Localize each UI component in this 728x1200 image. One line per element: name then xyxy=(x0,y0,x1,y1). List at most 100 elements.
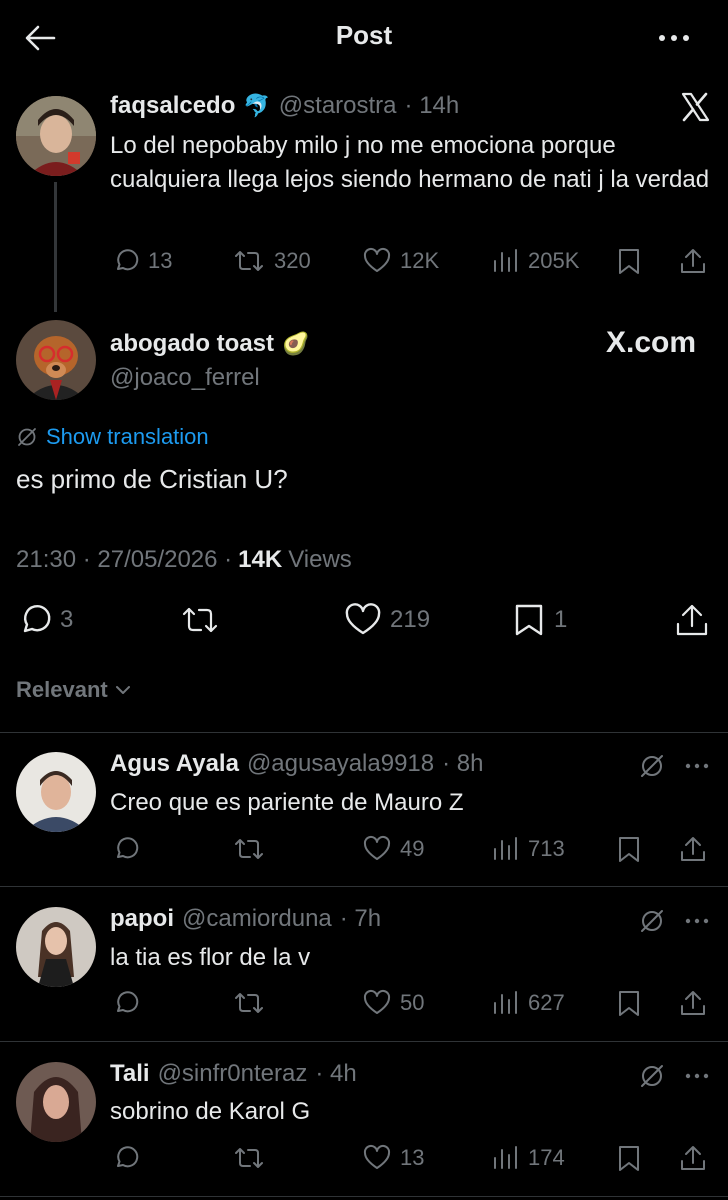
more-options-button[interactable] xyxy=(684,1072,710,1080)
chevron-down-icon xyxy=(115,686,130,694)
more-options-button[interactable] xyxy=(684,762,710,770)
author-handle[interactable]: @sinfr0nteraz xyxy=(158,1060,308,1088)
translate-label: Show translation xyxy=(46,424,209,449)
author-name[interactable]: faqsalcedo xyxy=(110,92,235,120)
author-handle[interactable]: @agusayala9918 xyxy=(247,750,434,778)
avatar[interactable] xyxy=(16,907,96,987)
repost-icon xyxy=(235,251,263,271)
bookmark-button[interactable]: 1 xyxy=(512,602,567,638)
share-button[interactable] xyxy=(678,834,708,864)
bookmark-icon xyxy=(619,991,639,1016)
post-time: · 4h xyxy=(315,1060,357,1087)
bookmark-button[interactable] xyxy=(614,834,644,864)
name-emoji: 🐬 xyxy=(243,93,271,118)
share-icon xyxy=(681,837,705,861)
like-button[interactable]: 219 xyxy=(344,602,430,638)
sort-label: Relevant xyxy=(16,677,108,702)
like-button[interactable]: 13 xyxy=(362,1143,424,1173)
repost-icon xyxy=(182,607,218,633)
sort-dropdown[interactable]: Relevant xyxy=(16,677,132,703)
like-count: 12K xyxy=(400,248,440,273)
reply-icon xyxy=(117,249,139,271)
reply-button[interactable] xyxy=(110,834,140,864)
repost-button[interactable] xyxy=(180,602,220,638)
reply-button[interactable]: 13 xyxy=(110,246,172,276)
more-options-button[interactable] xyxy=(654,30,694,46)
reply-icon xyxy=(117,991,139,1013)
share-button[interactable] xyxy=(674,602,710,638)
post-time: · 7h xyxy=(339,905,382,932)
translate-link[interactable]: Show translation xyxy=(16,424,209,450)
heart-icon xyxy=(345,603,381,635)
like-count: 219 xyxy=(390,606,431,633)
more-options-button[interactable] xyxy=(684,917,710,925)
views-count: 174 xyxy=(528,1145,565,1170)
like-button[interactable]: 12K xyxy=(362,246,439,276)
watermark: X.com xyxy=(605,326,696,359)
views-button[interactable]: 713 xyxy=(490,834,565,864)
share-icon xyxy=(681,1146,705,1170)
author-name[interactable]: Agus Ayala xyxy=(110,750,239,778)
bookmark-icon xyxy=(619,249,639,274)
more-horizontal-icon xyxy=(659,35,689,41)
avatar[interactable] xyxy=(16,1062,96,1142)
reply-button[interactable] xyxy=(110,988,140,1018)
analytics-icon xyxy=(494,249,517,272)
post-text: sobrino de Karol G xyxy=(110,1098,311,1125)
x-logo-icon xyxy=(680,92,710,122)
author-handle[interactable]: @starostra xyxy=(279,92,397,120)
repost-button[interactable]: 320 xyxy=(232,246,311,276)
analytics-icon xyxy=(494,1146,517,1169)
repost-icon xyxy=(235,993,263,1013)
post-text: es primo de Cristian U? xyxy=(16,464,288,494)
like-count: 49 xyxy=(400,836,425,861)
repost-button[interactable] xyxy=(232,834,266,864)
repost-button[interactable] xyxy=(232,1143,266,1173)
views-count: 14K xyxy=(238,546,283,573)
repost-icon xyxy=(235,839,263,859)
author-name[interactable]: Tali xyxy=(110,1060,150,1088)
author-handle[interactable]: @joaco_ferrel xyxy=(110,364,260,392)
views-count: 205K xyxy=(528,248,580,273)
translate-icon[interactable] xyxy=(638,1062,666,1090)
avatar[interactable] xyxy=(16,320,96,400)
name-emoji: 🥑 xyxy=(282,331,310,356)
translate-icon[interactable] xyxy=(638,752,666,780)
reply-button[interactable]: 3 xyxy=(16,602,73,638)
bookmark-button[interactable] xyxy=(614,988,644,1018)
heart-icon xyxy=(363,835,391,860)
like-count: 50 xyxy=(400,990,425,1015)
heart-icon xyxy=(363,1144,391,1169)
heart-icon xyxy=(363,989,391,1014)
author-name[interactable]: abogado toast xyxy=(110,330,274,358)
post-text: la tia es flor de la v xyxy=(110,944,311,971)
repost-icon xyxy=(235,1148,263,1168)
bookmark-button[interactable] xyxy=(614,1143,644,1173)
like-button[interactable]: 50 xyxy=(362,988,424,1018)
reply-button[interactable] xyxy=(110,1143,140,1173)
share-icon xyxy=(676,604,708,636)
share-button[interactable] xyxy=(678,246,708,276)
heart-icon xyxy=(363,247,391,272)
translate-icon[interactable] xyxy=(638,907,666,935)
more-horizontal-icon xyxy=(685,1073,709,1079)
repost-button[interactable] xyxy=(232,988,266,1018)
views-button[interactable]: 205K xyxy=(490,246,579,276)
views-button[interactable]: 174 xyxy=(490,1143,565,1173)
share-button[interactable] xyxy=(678,988,708,1018)
share-button[interactable] xyxy=(678,1143,708,1173)
avatar[interactable] xyxy=(16,96,96,176)
like-button[interactable]: 49 xyxy=(362,834,424,864)
views-count: 627 xyxy=(528,990,565,1015)
avatar[interactable] xyxy=(16,752,96,832)
post-text: Creo que es pariente de Mauro Z xyxy=(110,789,464,816)
author-handle[interactable]: @camiorduna xyxy=(182,905,332,933)
reply-count: 3 xyxy=(60,606,74,633)
globe-slash-icon xyxy=(18,428,36,446)
views-button[interactable]: 627 xyxy=(490,988,565,1018)
bookmark-button[interactable] xyxy=(614,246,644,276)
author-name[interactable]: papoi xyxy=(110,905,174,933)
post-timestamp: 21:30 · 27/05/2026 · xyxy=(16,546,233,573)
views-label[interactable]: Views xyxy=(288,546,352,574)
bookmark-icon xyxy=(619,837,639,862)
